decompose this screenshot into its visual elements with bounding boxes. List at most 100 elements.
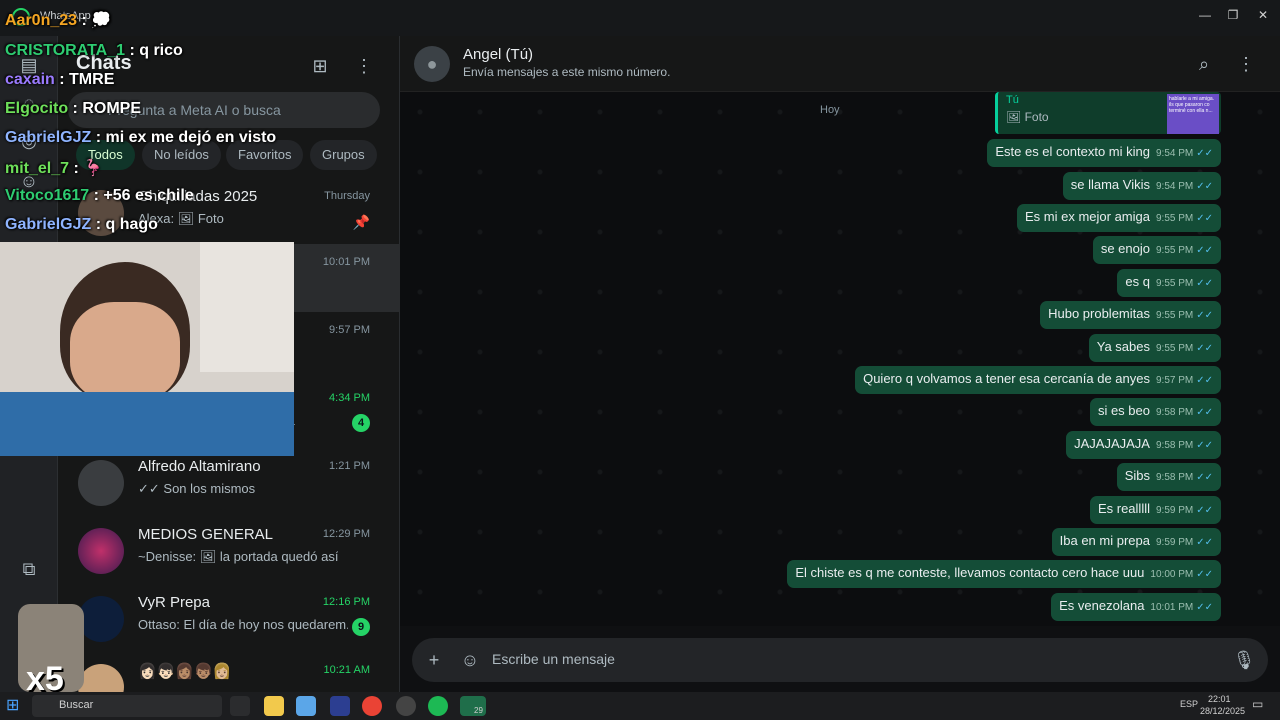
chat-time: 1:21 PM <box>329 460 370 472</box>
taskbar-search-label: Buscar <box>59 699 94 711</box>
chat-name: Alfredo Altamirano <box>138 458 261 475</box>
read-receipt-icon: ✓✓ <box>1196 310 1213 321</box>
chat-time: 10:21 AM <box>323 664 370 676</box>
windows-start-icon[interactable]: ⊞ <box>6 696 26 716</box>
clock-time[interactable]: 22:01 <box>1208 694 1231 704</box>
message-composer[interactable]: + ☺ Escribe un mensaje 🎙 <box>412 638 1268 682</box>
chat-preview: Ottaso: El día de hoy nos quedarem... <box>138 617 348 632</box>
outgoing-message[interactable]: si es beo 9:58 PM ✓✓ <box>1089 398 1221 426</box>
unread-badge: 4 <box>352 414 370 432</box>
message-text: si es beo <box>1097 403 1150 418</box>
contact-avatar-icon: ● <box>414 46 450 82</box>
conversation-panel: ● Angel (Tú) Envía mensajes a este mismo… <box>400 36 1280 692</box>
avatar <box>78 596 124 642</box>
unread-badge: 9 <box>352 618 370 636</box>
outgoing-message[interactable]: se llama Vikis 9:54 PM ✓✓ <box>1062 172 1221 200</box>
contact-subtitle: Envía mensajes a este mismo número. <box>463 65 671 79</box>
message-time: 9:55 PM <box>1155 343 1194 354</box>
conversation-menu-icon[interactable]: ⋮ <box>1234 52 1258 76</box>
maximize-button[interactable]: ❐ <box>1218 4 1248 26</box>
notifications-icon[interactable]: ▭ <box>1252 697 1263 711</box>
message-text: se llama Vikis <box>1070 177 1150 192</box>
taskbar-search[interactable]: Buscar <box>32 695 222 717</box>
outgoing-message[interactable]: Ya sabes 9:55 PM ✓✓ <box>1088 334 1221 362</box>
outgoing-message[interactable]: Quiero q volvamos a tener esa cercanía d… <box>855 366 1221 394</box>
stream-chat-line: GabrielGJZ : q hago <box>5 216 158 234</box>
outgoing-message[interactable]: El chiste es q me conteste, llevamos con… <box>787 560 1221 588</box>
message-text: El chiste es q me conteste, llevamos con… <box>795 565 1145 580</box>
chat-row[interactable]: MEDIOS GENERAL ~Denisse: 🖼 la portada qu… <box>58 516 400 584</box>
chat-time: 9:57 PM <box>329 324 370 336</box>
chrome-icon[interactable] <box>362 696 382 716</box>
outgoing-message[interactable]: Es mi ex mejor amiga 9:55 PM ✓✓ <box>1017 204 1221 232</box>
stream-chat-username: Elgocito <box>5 100 69 117</box>
read-receipt-icon: ✓✓ <box>1196 213 1213 224</box>
taskbar: ⊞ Buscar 29 ESP 22:01 28/12/2025 ▭ <box>0 692 1280 720</box>
message-text: se enojo <box>1100 241 1150 256</box>
app-icon[interactable] <box>296 696 316 716</box>
chat-row[interactable]: 👩🏻👦🏻👩🏽👦🏽👩🏼 10:21 AM <box>58 652 400 692</box>
sticker-icon[interactable]: ☺ <box>458 648 482 672</box>
conversation-header[interactable]: ● Angel (Tú) Envía mensajes a este mismo… <box>400 36 1280 92</box>
stream-chat-username: Aar0n_23 <box>5 12 78 29</box>
chat-time: 10:01 PM <box>322 256 370 268</box>
outgoing-message[interactable]: Es venezolana 10:01 PM ✓✓ <box>1051 593 1221 621</box>
message-text: Iba en mi prepa <box>1059 533 1150 548</box>
language-indicator[interactable]: ESP <box>1180 699 1198 709</box>
search-icon[interactable]: ⌕ <box>1192 52 1216 76</box>
avatar <box>78 528 124 574</box>
attach-plus-icon[interactable]: + <box>422 648 446 672</box>
stream-chat-message: : TMRE <box>54 71 115 88</box>
webcam-feed <box>0 242 294 456</box>
chat-name: 👩🏻👦🏻👩🏽👦🏽👩🏼 <box>138 663 232 680</box>
message-time: 10:00 PM <box>1150 569 1194 580</box>
media-icon[interactable]: ⧉ <box>16 556 42 582</box>
message-text: Hubo problemitas <box>1048 306 1150 321</box>
close-button[interactable]: ✕ <box>1248 4 1278 26</box>
chat-row[interactable]: Alfredo Altamirano ✓✓ Son los mismos 1:2… <box>58 448 400 516</box>
outgoing-message[interactable]: Este es el contexto mi king 9:54 PM ✓✓ <box>987 139 1221 167</box>
stream-chat-username: GabrielGJZ <box>5 129 92 146</box>
menu-icon[interactable]: ⋮ <box>352 54 376 78</box>
app-icon[interactable] <box>330 696 350 716</box>
message-list[interactable]: Hoy Tú 🖼 Foto hablarle a mi amiga. ils q… <box>400 92 1280 626</box>
outgoing-message[interactable]: Iba en mi prepa 9:59 PM ✓✓ <box>1051 528 1221 556</box>
filter-grupos[interactable]: Grupos <box>310 140 377 170</box>
read-receipt-icon: ✓✓ <box>1196 245 1213 256</box>
chat-time: Thursday <box>324 190 370 202</box>
minimize-button[interactable]: — <box>1190 4 1220 26</box>
microphone-icon[interactable]: 🎙 <box>1232 648 1256 672</box>
chat-time: 12:16 PM <box>322 596 370 608</box>
outgoing-message[interactable]: JAJAJAJAJA 9:58 PM ✓✓ <box>1066 431 1221 459</box>
outgoing-message[interactable]: Sibs 9:58 PM ✓✓ <box>1116 463 1221 491</box>
outgoing-message[interactable]: Hubo problemitas 9:55 PM ✓✓ <box>1040 301 1221 329</box>
read-receipt-icon: ✓✓ <box>1196 407 1213 418</box>
outgoing-message[interactable]: Es realllll 9:59 PM ✓✓ <box>1089 496 1221 524</box>
stream-chat-line: CRISTORATA_1 : q rico <box>5 42 183 60</box>
outgoing-message[interactable]: es q 9:55 PM ✓✓ <box>1117 269 1221 297</box>
message-text: JAJAJAJAJA <box>1074 436 1150 451</box>
quoted-photo-message[interactable]: Tú 🖼 Foto hablarle a mi amiga. ils que p… <box>995 92 1221 134</box>
pin-icon: 📌 <box>352 214 370 230</box>
chat-name: MEDIOS GENERAL <box>138 526 274 543</box>
read-receipt-icon: ✓✓ <box>1196 569 1213 580</box>
spotify-icon[interactable] <box>428 696 448 716</box>
outgoing-message[interactable]: se enojo 9:55 PM ✓✓ <box>1092 236 1221 264</box>
avatar <box>78 460 124 506</box>
chat-row[interactable]: VyR Prepa Ottaso: El día de hoy nos qued… <box>58 584 400 652</box>
task-view-icon[interactable] <box>230 696 250 716</box>
obs-icon[interactable] <box>396 696 416 716</box>
stream-chat-message: : 💭 <box>77 12 112 29</box>
message-time: 9:55 PM <box>1155 310 1194 321</box>
message-text: Ya sabes <box>1096 339 1150 354</box>
message-text: Quiero q volvamos a tener esa cercanía d… <box>863 371 1150 386</box>
read-receipt-icon: ✓✓ <box>1196 602 1213 613</box>
stream-chat-line: mit_el_7 : 🦩 <box>5 158 103 178</box>
clock-date[interactable]: 28/12/2025 <box>1200 706 1245 716</box>
whatsapp-taskbar-badge: 29 <box>474 706 483 715</box>
file-explorer-icon[interactable] <box>264 696 284 716</box>
new-chat-icon[interactable]: ⊞ <box>308 54 332 78</box>
stream-chat-message: : mi ex me dejó en visto <box>91 129 277 146</box>
person-shirt <box>0 392 294 456</box>
stream-chat-username: Vitoco1617 <box>5 187 90 204</box>
